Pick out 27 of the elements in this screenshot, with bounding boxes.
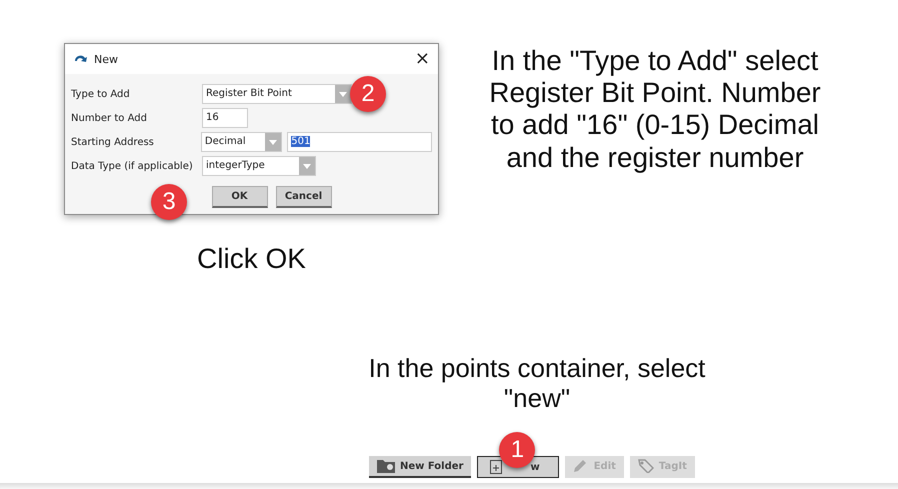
step-badge: 2 (350, 76, 386, 112)
dropdown[interactable]: Register Bit Point (202, 84, 352, 104)
instruction-text: In the "Type to Add" select Register Bit Point. Number to add "16" (0-15) Decimal and the register number (488, 45, 822, 175)
field-label: Type to Add (71, 88, 131, 100)
caption: Click OK (197, 243, 306, 275)
caret-icon (269, 140, 278, 144)
document-icon (490, 460, 502, 474)
step-badge: 3 (151, 184, 187, 220)
caret-icon (303, 164, 311, 168)
folder-icon (377, 459, 395, 473)
pencil-icon (572, 459, 589, 473)
caret-icon (339, 92, 347, 96)
toolbar-button[interactable]: New Folder (369, 456, 472, 478)
dropdown[interactable]: integerType (202, 156, 316, 176)
swirl-icon (73, 53, 89, 65)
caption: In the points container, select "new" (368, 354, 706, 414)
dialog-button[interactable]: OK (212, 186, 268, 208)
field-label: Number to Add (71, 112, 148, 124)
dialog-button[interactable]: Cancel (276, 186, 332, 208)
tag-icon (638, 459, 654, 473)
field-label: Starting Address (71, 136, 155, 148)
dialog-title: New (94, 52, 119, 66)
close-button[interactable]: × (414, 50, 430, 68)
dropdown[interactable]: Decimal (200, 132, 282, 152)
field-label: Data Type (if applicable) (71, 160, 194, 172)
input-field[interactable]: 501 (287, 132, 432, 152)
input-field[interactable]: 16 (202, 108, 248, 128)
